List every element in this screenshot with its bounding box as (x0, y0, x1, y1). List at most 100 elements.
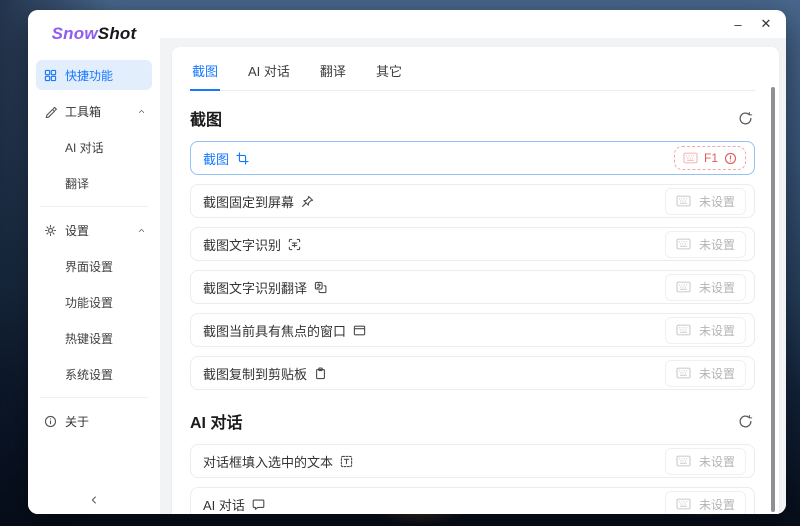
tab-translate[interactable]: 翻译 (318, 57, 348, 90)
sidebar-item-label: 关于 (65, 414, 90, 429)
main-area: 截图 AI 对话 翻译 其它 截图 截图 F1 截图固定到屏幕 未设置 截图文字… (160, 38, 786, 514)
sidebar-item-about[interactable]: 关于 (36, 406, 152, 436)
chevron-left-icon (91, 496, 96, 504)
close-button[interactable]: ✕ (752, 12, 780, 36)
sidebar-item-label: 功能设置 (65, 295, 114, 310)
sidebar-divider (40, 206, 148, 207)
row-text: 截图 (203, 151, 230, 167)
hotkey-row-label: 截图当前具有焦点的窗口 (203, 321, 366, 340)
sidebar-item-system-settings[interactable]: 系统设置 (36, 359, 152, 389)
sidebar-item-ai-chat[interactable]: AI 对话 (36, 132, 152, 162)
row-text: 截图当前具有焦点的窗口 (203, 323, 347, 339)
logo-accent: Snow (51, 24, 98, 43)
sidebar-item-label: 界面设置 (65, 259, 114, 274)
hotkey-row-fix-to-screen[interactable]: 截图固定到屏幕 未设置 (190, 184, 755, 218)
section-title: AI 对话 (190, 415, 243, 432)
hotkey-value: 未设置 (698, 366, 735, 381)
info-icon (44, 415, 57, 427)
hotkey-badge[interactable]: F1 (673, 146, 746, 170)
window-icon (353, 325, 366, 335)
row-text: AI 对话 (203, 497, 245, 513)
hotkey-value: 未设置 (698, 454, 735, 469)
sidebar-item-label: 快捷功能 (65, 68, 114, 83)
row-text: 截图复制到剪贴板 (203, 366, 308, 382)
sidebar-item-label: 翻译 (65, 176, 90, 191)
hotkey-badge[interactable]: 未设置 (664, 187, 746, 215)
clipboard-icon (316, 367, 325, 379)
sidebar-item-label: AI 对话 (65, 140, 104, 155)
hotkey-value: 未设置 (698, 194, 735, 209)
chat-bubble-icon (252, 498, 265, 510)
hotkey-row-label: AI 对话 (203, 495, 265, 514)
row-text: 对话框填入选中的文本 (203, 454, 334, 470)
chevron-up-icon (138, 228, 145, 232)
grid-icon (44, 69, 57, 81)
hotkey-badge[interactable]: 未设置 (664, 359, 746, 387)
hotkey-value: F1 (703, 151, 718, 165)
reset-icon[interactable] (738, 414, 753, 429)
tab-ai-chat[interactable]: AI 对话 (246, 57, 292, 90)
main-column: – ✕ 截图 AI 对话 翻译 其它 截图 截图 F1 截图固定到屏幕 未设置 … (160, 10, 786, 514)
hotkey-row-label: 对话框填入选中的文本 (203, 452, 353, 471)
sidebar-item-interface-settings[interactable]: 界面设置 (36, 251, 152, 281)
reset-icon[interactable] (738, 111, 753, 126)
app-window: SnowShot 快捷功能 工具箱 AI 对话 翻译 设置 界面设置 功能设置 … (28, 10, 786, 514)
hotkey-row-ocr-translate[interactable]: 截图文字识别翻译 未设置 (190, 270, 755, 304)
hotkey-badge[interactable]: 未设置 (664, 490, 746, 514)
section-head-screenshot: 截图 (190, 106, 755, 130)
hotkey-row-label: 截图 (203, 149, 249, 168)
hotkey-badge[interactable]: 未设置 (664, 273, 746, 301)
sidebar-item-quick-functions[interactable]: 快捷功能 (36, 60, 152, 90)
hotkey-value: 未设置 (698, 323, 735, 338)
row-text: 截图固定到屏幕 (203, 194, 295, 210)
translate-icon (314, 281, 327, 293)
keyboard-icon (683, 152, 698, 164)
sidebar-item-label: 设置 (65, 223, 90, 238)
keyboard-icon (676, 195, 691, 207)
sidebar-item-label: 系统设置 (65, 367, 114, 382)
hotkey-badge[interactable]: 未设置 (664, 316, 746, 344)
sidebar: SnowShot 快捷功能 工具箱 AI 对话 翻译 设置 界面设置 功能设置 … (28, 10, 160, 514)
hotkey-badge[interactable]: 未设置 (664, 230, 746, 258)
titlebar: – ✕ (160, 10, 786, 38)
hotkey-row-fill-selected-text[interactable]: 对话框填入选中的文本 未设置 (190, 444, 755, 478)
hotkey-row-screenshot[interactable]: 截图 F1 (190, 141, 755, 175)
sidebar-item-toolbox[interactable]: 工具箱 (36, 96, 152, 126)
text-select-icon (340, 455, 353, 467)
sidebar-item-translate[interactable]: 翻译 (36, 168, 152, 198)
pin-icon (302, 195, 314, 207)
section-title: 截图 (190, 112, 223, 129)
warning-circle-icon[interactable] (724, 152, 737, 165)
hotkey-row-label: 截图文字识别翻译 (203, 278, 327, 297)
hotkey-row-copy-to-clipboard[interactable]: 截图复制到剪贴板 未设置 (190, 356, 755, 390)
section-head-ai-chat: AI 对话 (190, 409, 755, 433)
window-controls: – ✕ (724, 12, 780, 36)
hotkey-value: 未设置 (698, 497, 735, 512)
content-panel: 截图 AI 对话 翻译 其它 截图 截图 F1 截图固定到屏幕 未设置 截图文字… (172, 47, 779, 514)
chevron-up-icon (138, 109, 145, 113)
sidebar-nav: 快捷功能 工具箱 AI 对话 翻译 设置 界面设置 功能设置 热键设置 系统设置… (28, 60, 160, 442)
crop-icon (236, 151, 249, 165)
hotkey-badge[interactable]: 未设置 (664, 447, 746, 475)
ocr-scan-icon (288, 238, 301, 250)
sidebar-item-settings[interactable]: 设置 (36, 215, 152, 245)
sidebar-item-hotkey-settings[interactable]: 热键设置 (36, 323, 152, 353)
tab-screenshot[interactable]: 截图 (190, 57, 221, 91)
hotkey-row-ai-chat[interactable]: AI 对话 未设置 (190, 487, 755, 514)
vertical-scrollbar[interactable] (771, 87, 775, 512)
hotkey-row-label: 截图复制到剪贴板 (203, 364, 327, 383)
row-text: 截图文字识别翻译 (203, 280, 308, 296)
sidebar-item-function-settings[interactable]: 功能设置 (36, 287, 152, 317)
keyboard-icon (676, 238, 691, 250)
gear-icon (44, 224, 57, 236)
tool-pen-icon (45, 106, 57, 118)
keyboard-icon (676, 367, 691, 379)
sidebar-item-label: 热键设置 (65, 331, 114, 346)
hotkey-row-ocr[interactable]: 截图文字识别 未设置 (190, 227, 755, 261)
sidebar-item-label: 工具箱 (65, 104, 102, 119)
hotkey-row-focused-window[interactable]: 截图当前具有焦点的窗口 未设置 (190, 313, 755, 347)
minimize-button[interactable]: – (724, 12, 752, 36)
tab-other[interactable]: 其它 (374, 57, 404, 90)
sidebar-divider (40, 397, 148, 398)
sidebar-collapse-button[interactable] (28, 494, 160, 506)
